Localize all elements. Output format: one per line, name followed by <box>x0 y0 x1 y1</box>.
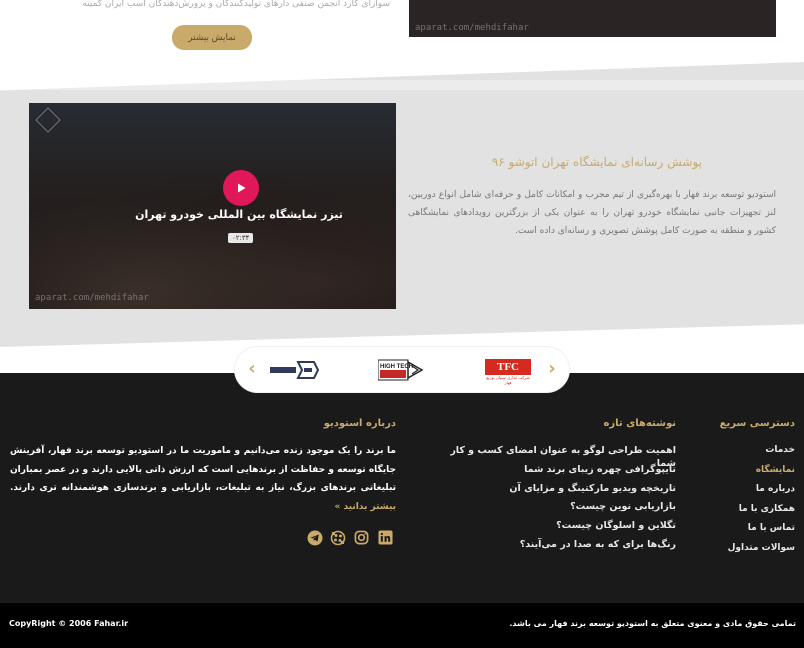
about-studio-text: ما برند را یک موجود زنده می‌دانیم و مامو… <box>10 442 396 516</box>
partners-carousel: ‹ HIGH TECH TFC شرکت تجاری سیپان توزیع ف… <box>235 347 569 392</box>
quick-access-list: خدمات نمایشگاه درباره ما همکاری با ما تم… <box>700 444 795 562</box>
play-button[interactable] <box>223 170 259 206</box>
post-link[interactable]: رنگ‌ها برای که به صدا در می‌آیند؟ <box>430 538 676 557</box>
tfc-logo-subtext: شرکت تجاری سیپان توزیع فهار <box>486 375 530 385</box>
social-links <box>306 529 394 547</box>
quick-link-about[interactable]: درباره ما <box>700 483 795 503</box>
quick-link-cooperation[interactable]: همکاری با ما <box>700 503 795 523</box>
previous-project-text: سوارای کارد انجمن صنفی دارهای تولیدکنندگ… <box>82 0 390 9</box>
project-description: استودیو توسعه برند فهار با بهره‌گیری از … <box>408 190 776 236</box>
partner-logo-icon <box>270 361 320 379</box>
post-link[interactable]: اهمیت طراحی لوگو به عنوان امضای کسب و کا… <box>430 444 676 469</box>
partner-logo-3[interactable] <box>270 360 320 380</box>
quick-link-exhibition[interactable]: نمایشگاه <box>700 464 795 484</box>
about-studio-title: درباره استودیو <box>323 418 396 429</box>
previous-video-thumbnail[interactable]: aparat.com/mehdifahar <box>409 0 776 37</box>
video-duration: ۰۲:۳۴ <box>228 233 254 243</box>
partner-logo-2[interactable]: HIGH TECH <box>377 358 426 382</box>
tfc-logo: TFC <box>485 359 531 375</box>
about-studio-body: ما برند را یک موجود زنده می‌دانیم و مامو… <box>10 446 396 493</box>
project-title: پوشش رسانه‌ای نمایشگاه تهران اتوشو ۹۶ <box>491 155 702 169</box>
quick-link-services[interactable]: خدمات <box>700 444 795 464</box>
recent-posts-list: اهمیت طراحی لوگو به عنوان امضای کسب و کا… <box>430 444 676 557</box>
post-link[interactable]: تایپوگرافی چهره زیبای برند شما <box>430 463 676 482</box>
aparat-icon[interactable] <box>330 529 347 546</box>
video-watermark: aparat.com/mehdifahar <box>35 293 149 303</box>
project-video-thumbnail[interactable]: تیزر نمایشگاه بین المللی خودرو تهران ۰۲:… <box>29 103 396 309</box>
video-overlay <box>29 103 396 309</box>
post-link[interactable]: تگلاین و اسلوگان چیست؟ <box>430 519 676 538</box>
copyright-text: CopyRight © 2006 Fahar.ir <box>9 619 129 628</box>
play-icon <box>238 183 246 193</box>
partner-logo-1[interactable]: TFC شرکت تجاری سیپان توزیع فهار <box>485 359 531 385</box>
telegram-icon[interactable] <box>306 529 323 546</box>
partner-logo-icon: HIGH TECH <box>377 359 424 381</box>
carousel-prev-arrow-icon[interactable]: ‹ <box>243 360 261 378</box>
recent-posts-title: نوشته‌های تازه <box>603 418 676 429</box>
instagram-icon[interactable] <box>353 529 370 546</box>
learn-more-link[interactable]: بیشتر بدانید » <box>335 502 396 512</box>
carousel-next-arrow-icon[interactable]: › <box>543 360 561 378</box>
video-title: تیزر نمایشگاه بین المللی خودرو تهران <box>135 208 343 221</box>
quick-link-faq[interactable]: سوالات متداول <box>700 542 795 562</box>
rights-text: تمامی حقوق مادی و معنوی متعلق به استودیو… <box>509 619 796 628</box>
quick-access-title: دسترسی سریع <box>719 418 795 429</box>
quick-link-contact[interactable]: تماس با ما <box>700 522 795 542</box>
video-watermark: aparat.com/mehdifahar <box>415 23 529 33</box>
linkedin-icon[interactable] <box>377 529 394 546</box>
show-more-button[interactable]: نمایش بیشتر <box>172 25 252 50</box>
post-link[interactable]: بازاریابی نوین چیست؟ <box>430 500 676 519</box>
post-link[interactable]: تاریخچه ویدیو مارکتینگ و مزایای آن <box>430 482 676 501</box>
